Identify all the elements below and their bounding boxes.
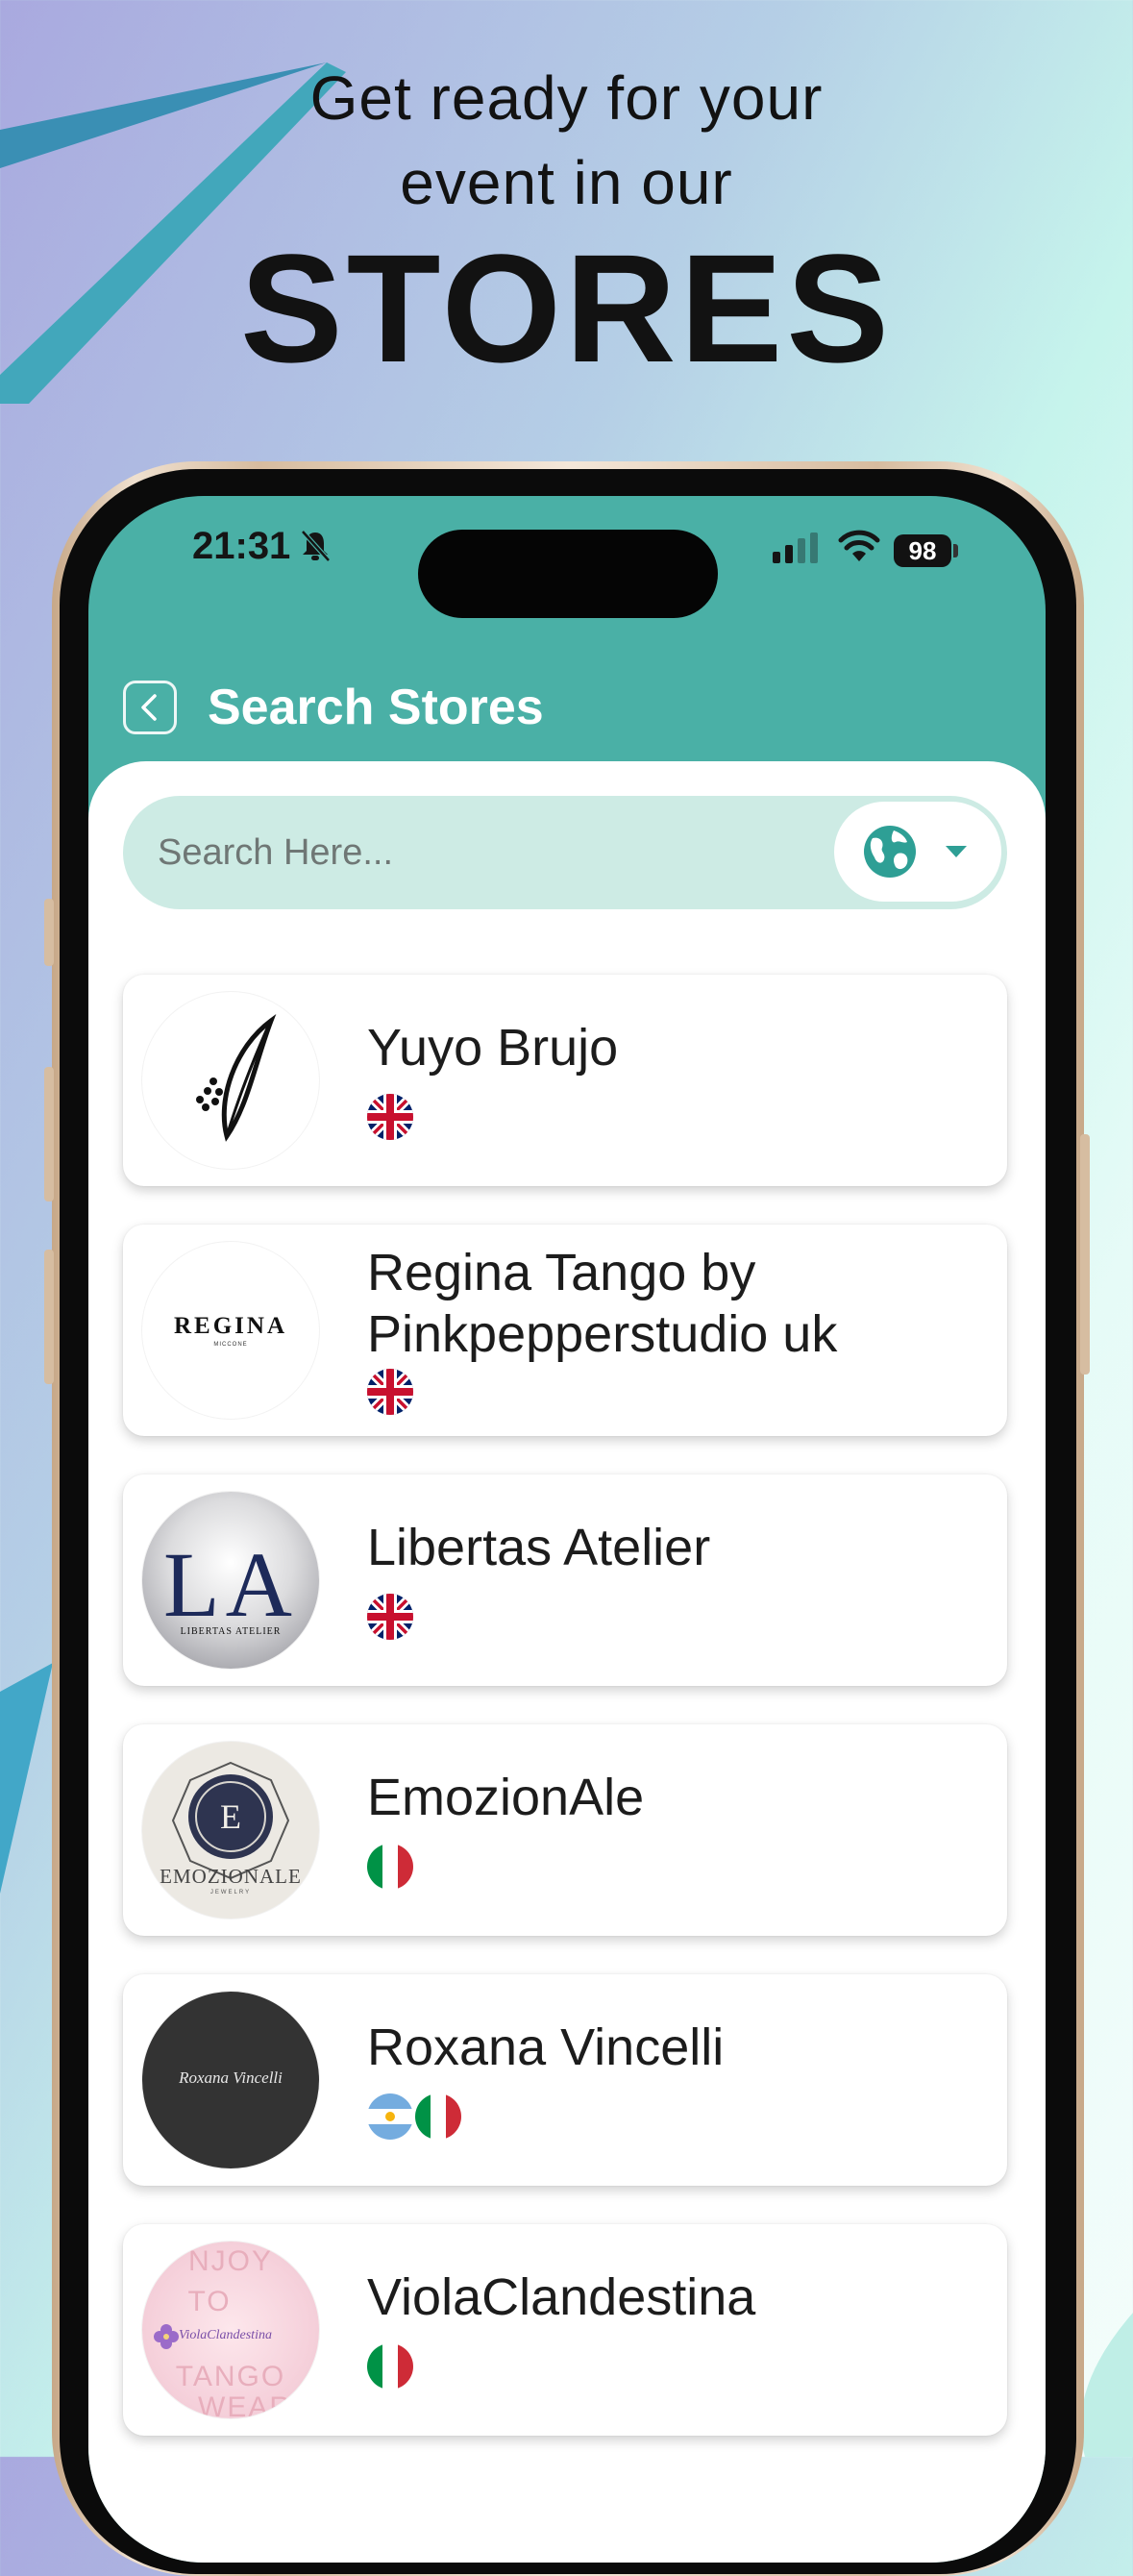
logo-subtext: MICCONE: [213, 1342, 248, 1348]
battery-tip: [953, 544, 958, 557]
region-dropdown[interactable]: [834, 802, 1001, 902]
store-name: EmozionAle: [367, 1769, 645, 1826]
store-logo: Roxana Vincelli: [142, 1992, 319, 2168]
phone-mute-switch: [44, 899, 54, 966]
uk-flag-icon: [367, 1369, 413, 1415]
logo-bg-text: TANGO: [175, 2361, 286, 2392]
store-flags: [367, 1594, 413, 1640]
logo-bg-text: TO: [187, 2286, 232, 2317]
logo-text: Roxana Vincelli: [179, 2068, 283, 2087]
status-time: 21:31: [192, 525, 291, 567]
promo-headline: Get ready for your event in our STORES: [0, 56, 1133, 390]
store-flags: [367, 1844, 413, 1890]
store-flags: [367, 2093, 461, 2140]
store-name: Regina Tango by Pinkpepperstudio uk: [367, 1244, 838, 1363]
store-logo: LA LIBERTAS ATELIER: [142, 1492, 319, 1669]
feather-logo: [196, 1013, 277, 1142]
store-card[interactable]: NJOY TO TANGO WEAR ViolaClandestina Viol…: [123, 2224, 1007, 2436]
decorative-shape-left: [0, 1663, 53, 1894]
logo-bg-text: NJOY: [187, 2245, 273, 2277]
store-name: Yuyo Brujo: [367, 1019, 619, 1077]
back-button[interactable]: [123, 681, 177, 734]
app-screen: 21:31 98 Search Stores Search Here... Yu…: [88, 496, 1046, 2563]
logo-text: E: [220, 1797, 241, 1836]
promo-line-2: event in our: [400, 148, 733, 217]
uk-flag-icon: [367, 1594, 413, 1640]
store-card[interactable]: LA LIBERTAS ATELIER Libertas Atelier: [123, 1474, 1007, 1686]
globe-icon: [864, 826, 916, 878]
promo-line-1: Get ready for your: [309, 63, 824, 133]
store-logo: E EMOZIONALE JEWELRY: [142, 1742, 319, 1919]
italy-flag-icon: [415, 2093, 461, 2140]
phone-power-button: [1080, 1134, 1090, 1375]
chevron-left-icon: [141, 694, 157, 721]
dynamic-island: [418, 530, 718, 618]
italy-flag-icon: [367, 1844, 413, 1890]
logo-text: LA: [163, 1533, 298, 1636]
wifi-icon: [838, 530, 880, 561]
search-input[interactable]: [158, 796, 830, 909]
uk-flag-icon: [367, 1094, 413, 1140]
store-card[interactable]: Yuyo Brujo: [123, 975, 1007, 1186]
search-bar: [123, 796, 1007, 909]
italy-flag-icon: [367, 2343, 413, 2390]
store-logo: [142, 992, 319, 1169]
stores-panel: Yuyo Brujo REGINA MICCONE Regina Tango b…: [88, 761, 1046, 2563]
logo-text: ViolaClandestina: [179, 2328, 272, 2342]
store-name: Libertas Atelier: [367, 1519, 711, 1576]
logo-subtext: EMOZIONALE: [160, 1865, 302, 1888]
store-card[interactable]: REGINA MICCONE Regina Tango by Pinkpeppe…: [123, 1225, 1007, 1436]
store-card[interactable]: E EMOZIONALE JEWELRY EmozionAle: [123, 1724, 1007, 1936]
promo-headline-stores: STORES: [240, 222, 893, 394]
store-name: ViolaClandestina: [367, 2268, 756, 2326]
battery-indicator: 98: [894, 534, 951, 567]
logo-subtext: LIBERTAS ATELIER: [180, 1626, 282, 1637]
bell-muted-icon: [301, 530, 331, 562]
store-flags: [367, 2343, 413, 2390]
logo-subtext-2: JEWELRY: [209, 1890, 252, 1895]
status-bar: 21:31 98: [88, 496, 1046, 640]
logo-text: REGINA: [173, 1313, 287, 1339]
argentina-flag-icon: [367, 2093, 413, 2140]
phone-volume-down: [44, 1250, 54, 1384]
store-logo: NJOY TO TANGO WEAR ViolaClandestina: [142, 2242, 319, 2418]
store-card[interactable]: Roxana Vincelli Roxana Vincelli: [123, 1974, 1007, 2186]
phone-volume-up: [44, 1067, 54, 1201]
store-name: Roxana Vincelli: [367, 2019, 725, 2076]
signal-icon: [773, 533, 818, 563]
chevron-down-icon: [946, 846, 967, 857]
store-flags: [367, 1369, 413, 1415]
logo-bg-text: WEAR: [198, 2391, 292, 2418]
page-title: Search Stores: [208, 680, 544, 735]
flower-icon: [154, 2324, 179, 2349]
store-logo: REGINA MICCONE: [142, 1242, 319, 1419]
store-flags: [367, 1094, 413, 1140]
